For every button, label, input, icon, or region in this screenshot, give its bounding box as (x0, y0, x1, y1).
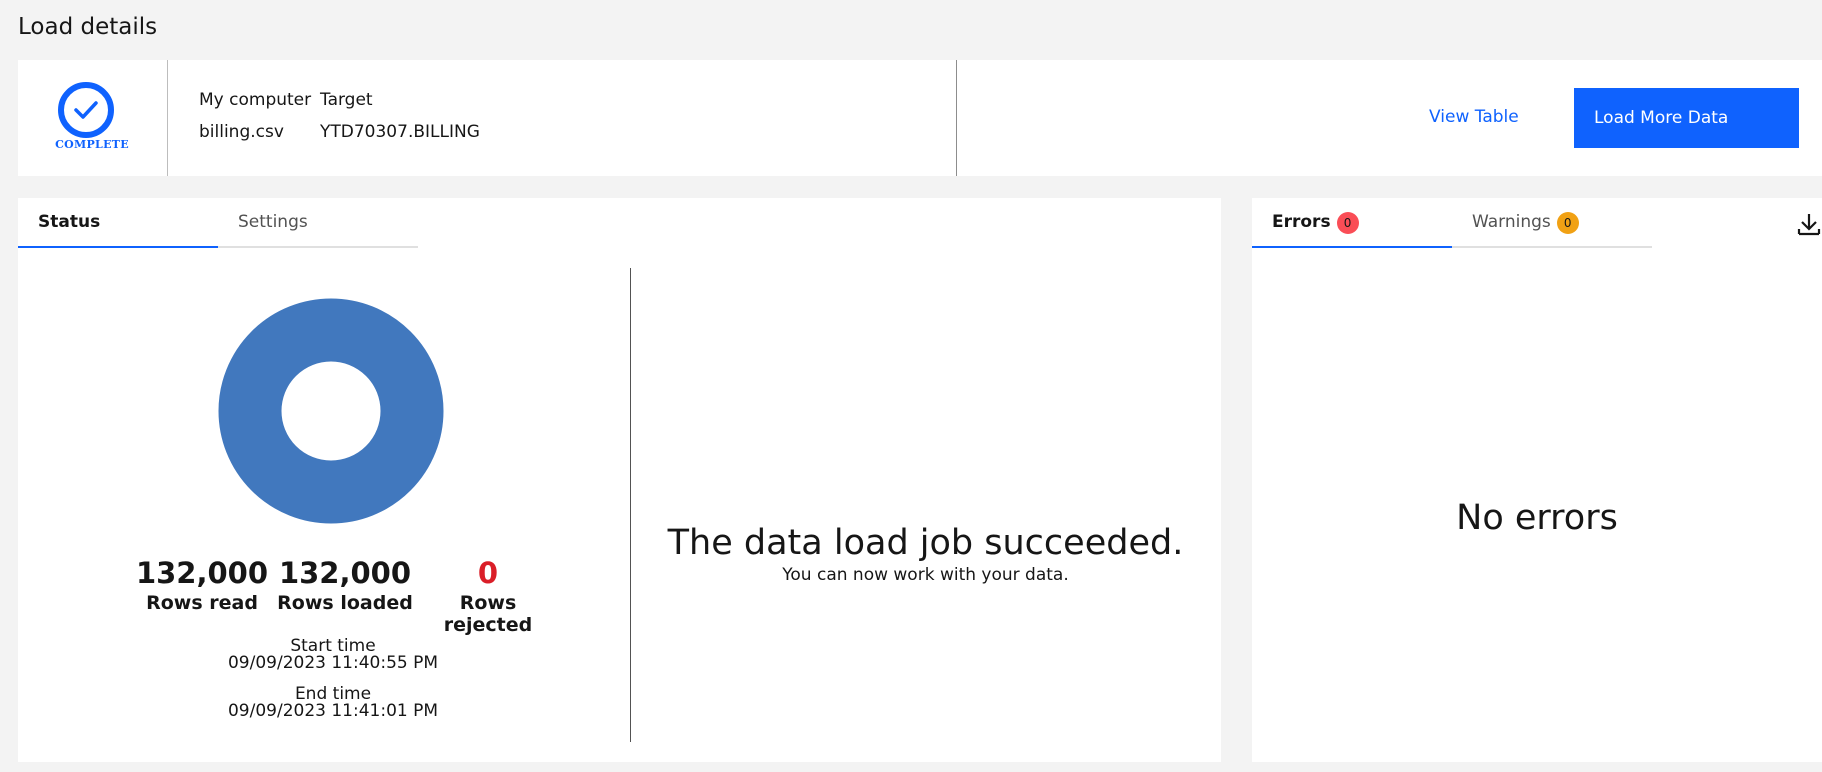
source-header: My computer (199, 90, 312, 110)
target-table: YTD70307.BILLING (320, 122, 480, 142)
tab-status[interactable]: Status (18, 198, 218, 248)
errors-panel: Errors 0 Warnings 0 No errors (1252, 198, 1822, 762)
no-errors-message: No errors (1456, 498, 1618, 538)
warnings-count-badge: 0 (1556, 212, 1579, 234)
load-source-target: My computer Target billing.csv YTD70307.… (199, 90, 480, 142)
rows-rejected-label: Rows rejected (443, 592, 533, 636)
load-summary-card: COMPLETE My computer Target billing.csv … (18, 60, 1822, 176)
tab-warnings-label: Warnings (1472, 212, 1551, 232)
status-tabs: Status Settings (18, 198, 418, 248)
status-divider (630, 268, 631, 742)
success-subtitle: You can now work with your data. (782, 565, 1069, 585)
success-title: The data load job succeeded. (667, 523, 1184, 563)
rows-read-label: Rows read (146, 592, 258, 614)
tab-warnings[interactable]: Warnings 0 (1452, 198, 1652, 248)
summary-divider (956, 60, 957, 176)
donut-ring-loaded (218, 298, 444, 524)
start-time-value: 09/09/2023 11:40:55 PM (227, 653, 439, 673)
rows-read-value: 132,000 (135, 556, 269, 590)
rows-loaded-value: 132,000 (278, 556, 412, 590)
tab-errors-label: Errors (1272, 212, 1331, 232)
status-label: COMPLETE (55, 138, 129, 151)
errors-tabs: Errors 0 Warnings 0 (1252, 198, 1652, 248)
errors-count-badge: 0 (1336, 212, 1359, 234)
status-indicator: COMPLETE (18, 60, 168, 176)
source-file: billing.csv (199, 122, 284, 142)
tab-errors[interactable]: Errors 0 (1252, 198, 1452, 248)
rows-donut-chart (218, 298, 444, 524)
end-time: End time 09/09/2023 11:41:01 PM (168, 686, 498, 720)
rows-rejected-value: 0 (477, 556, 499, 590)
stat-rows-loaded: 132,000 Rows loaded (270, 556, 420, 614)
download-icon[interactable] (1796, 212, 1822, 238)
status-panel: Status Settings 132,000 Rows read 132,00… (18, 198, 1221, 762)
rows-loaded-label: Rows loaded (277, 592, 413, 614)
end-time-value: 09/09/2023 11:41:01 PM (227, 701, 439, 721)
load-more-data-button[interactable]: Load More Data (1574, 88, 1799, 148)
success-message: The data load job succeeded. You can now… (630, 523, 1221, 585)
checkmark-circle-icon (58, 82, 114, 138)
page-title: Load details (18, 14, 158, 40)
start-time: Start time 09/09/2023 11:40:55 PM (168, 638, 498, 672)
tab-settings[interactable]: Settings (218, 198, 418, 248)
target-header: Target (320, 90, 373, 110)
stat-rows-rejected: 0 Rows rejected (413, 556, 563, 636)
stat-rows-read: 132,000 Rows read (127, 556, 277, 614)
view-table-link[interactable]: View Table (1429, 107, 1519, 127)
